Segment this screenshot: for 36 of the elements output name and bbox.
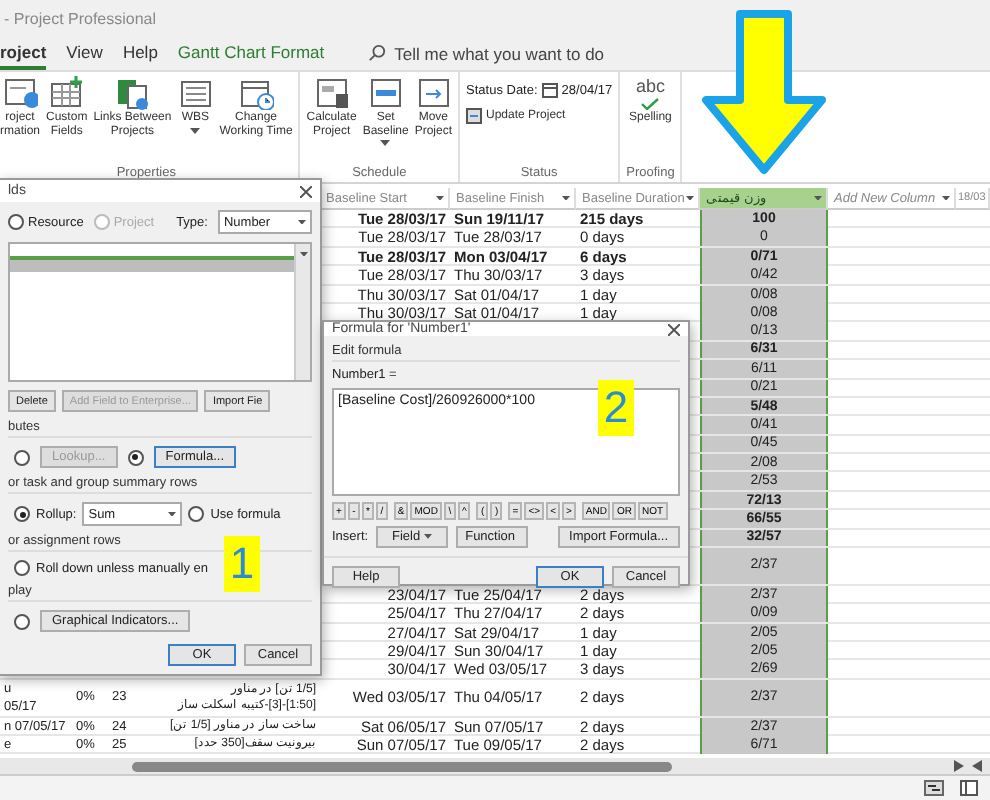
caret-icon — [814, 195, 822, 201]
caret-icon — [562, 195, 570, 201]
radio-button[interactable] — [14, 613, 30, 629]
radio-button[interactable] — [188, 506, 205, 522]
scroll-left-icon[interactable] — [972, 760, 982, 772]
close-icon[interactable] — [300, 185, 312, 197]
ribbon-tab[interactable]: Gantt Chart Format — [177, 37, 325, 69]
caret-icon — [168, 511, 177, 517]
ribbon-tab[interactable]: View — [66, 37, 103, 69]
caret-icon — [190, 127, 201, 134]
sheet-view-icon[interactable] — [960, 780, 978, 796]
field-list[interactable] — [8, 242, 312, 382]
scrollbar-thumb[interactable] — [132, 761, 672, 771]
window-title: - Project Professional — [4, 9, 157, 27]
step-number-badge: 1 — [224, 536, 260, 592]
scroll-right-icon[interactable] — [954, 760, 964, 772]
caret-icon — [298, 219, 306, 225]
radio-button[interactable] — [127, 449, 144, 465]
radio-button[interactable] — [14, 506, 30, 522]
calendar-icon — [541, 82, 558, 98]
caret-icon — [299, 252, 307, 257]
close-icon[interactable] — [668, 323, 680, 335]
checkmark-icon — [640, 98, 661, 110]
step-number-badge: 2 — [598, 380, 634, 436]
sheet-refresh-icon — [466, 108, 483, 124]
caret-icon — [686, 195, 694, 201]
ribbon-tab[interactable]: Help — [122, 37, 158, 69]
caret-icon — [942, 195, 950, 201]
radio-button[interactable] — [8, 214, 24, 230]
caret-icon — [436, 195, 444, 201]
search-icon — [368, 44, 387, 62]
radio-button[interactable] — [14, 560, 30, 576]
caret-icon — [380, 140, 391, 147]
gantt-view-icon[interactable] — [924, 780, 944, 796]
caret-icon — [424, 534, 433, 540]
search-field[interactable]: Tell me what you want to do — [394, 43, 605, 63]
